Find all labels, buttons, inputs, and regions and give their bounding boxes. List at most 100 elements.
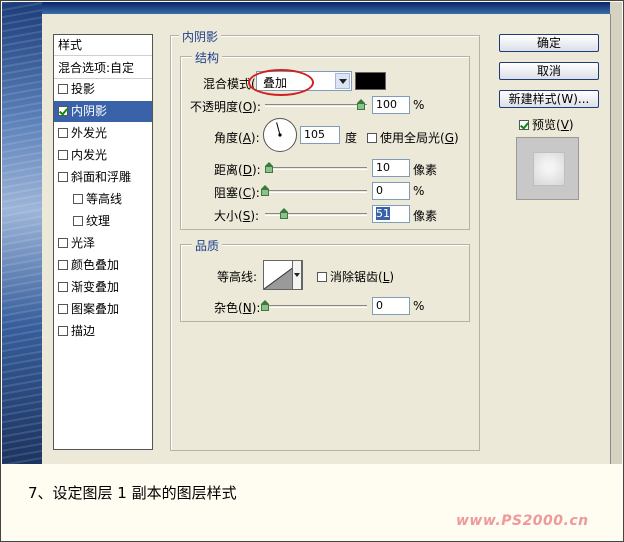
noise-input[interactable]: 0 <box>372 297 410 315</box>
style-item-label: 颜色叠加 <box>71 258 120 272</box>
opacity-slider-track[interactable] <box>265 104 367 107</box>
style-item-color-overlay[interactable]: 颜色叠加 <box>54 255 152 276</box>
style-item-outer-glow[interactable]: 外发光 <box>54 123 152 144</box>
background-canvas-strip <box>2 2 42 464</box>
style-preview-thumbnail <box>516 137 579 200</box>
angle-input[interactable]: 105 <box>300 126 340 144</box>
style-item-texture[interactable]: 纹理 <box>54 211 152 232</box>
layer-style-dialog: 样式 混合选项:自定 投影 内阴影 外发光 内发光 斜面和浮雕 等高线 纹理 光… <box>42 14 611 464</box>
choke-slider-thumb[interactable] <box>261 185 269 196</box>
style-item-pattern-overlay[interactable]: 图案叠加 <box>54 299 152 320</box>
preview-hotkey: V <box>560 118 569 132</box>
noise-value: 0 <box>376 299 383 312</box>
distance-label: 距离(D): <box>214 163 261 177</box>
distance-input[interactable]: 10 <box>372 159 410 177</box>
background-right-strip <box>610 2 622 464</box>
checkbox[interactable] <box>58 238 68 248</box>
blend-options-item[interactable]: 混合选项:自定 <box>54 58 152 79</box>
distance-label-text: 距离 <box>214 163 239 177</box>
style-item-inner-shadow[interactable]: 内阴影 <box>54 101 152 122</box>
quality-title: 品质 <box>192 237 223 254</box>
contour-dropdown-button[interactable] <box>292 260 302 290</box>
style-item-label: 投影 <box>71 82 96 96</box>
distance-hotkey: D <box>242 163 252 177</box>
dialog-titlebar <box>42 2 610 14</box>
size-hotkey: S <box>242 209 251 223</box>
angle-dial[interactable] <box>263 118 297 152</box>
checkbox[interactable] <box>58 128 68 138</box>
size-label-text: 大小 <box>214 209 239 223</box>
style-item-label: 外发光 <box>71 126 108 140</box>
anti-alias-checkbox[interactable] <box>317 272 327 282</box>
global-light-checkbox[interactable] <box>367 133 377 143</box>
style-item-gradient-overlay[interactable]: 渐变叠加 <box>54 277 152 298</box>
style-item-label: 内发光 <box>71 148 108 162</box>
structure-title: 结构 <box>192 49 223 66</box>
style-item-label: 描边 <box>71 324 96 338</box>
styles-header[interactable]: 样式 <box>54 35 152 56</box>
size-input[interactable]: 51 <box>372 205 410 223</box>
chevron-down-icon[interactable] <box>335 73 350 89</box>
opacity-label: 不透明度(O): <box>190 100 261 114</box>
style-item-label: 图案叠加 <box>71 302 120 316</box>
ok-button[interactable]: 确定 <box>499 34 599 52</box>
style-item-label: 纹理 <box>86 214 111 228</box>
style-item-satin[interactable]: 光泽 <box>54 233 152 254</box>
style-item-drop-shadow[interactable]: 投影 <box>54 79 152 100</box>
screenshot-frame: 样式 混合选项:自定 投影 内阴影 外发光 内发光 斜面和浮雕 等高线 纹理 光… <box>0 0 624 542</box>
watermark: www.PS2000.cn <box>456 513 589 529</box>
styles-header-label: 样式 <box>58 38 83 52</box>
preview-checkbox[interactable] <box>519 120 529 130</box>
angle-hotkey: A <box>242 131 251 145</box>
opacity-input[interactable]: 100 <box>372 96 410 114</box>
angle-label-text: 角度 <box>214 131 239 145</box>
anti-alias-label: 消除锯齿 <box>330 270 379 284</box>
distance-slider-track[interactable] <box>265 167 367 170</box>
checkbox[interactable] <box>73 216 83 226</box>
checkbox-checked[interactable] <box>58 106 68 116</box>
styles-list: 样式 混合选项:自定 投影 内阴影 外发光 内发光 斜面和浮雕 等高线 纹理 光… <box>53 34 153 450</box>
choke-slider-track[interactable] <box>265 190 367 193</box>
checkbox[interactable] <box>58 150 68 160</box>
style-item-inner-glow[interactable]: 内发光 <box>54 145 152 166</box>
size-unit: 像素 <box>413 209 438 223</box>
blend-options-label: 混合选项:自定 <box>58 61 135 75</box>
blend-mode-label-text: 混合模式 <box>203 77 252 91</box>
checkbox[interactable] <box>58 260 68 270</box>
distance-unit: 像素 <box>413 163 438 177</box>
global-light-option[interactable]: 使用全局光(G) <box>367 129 459 146</box>
shadow-color-swatch[interactable] <box>355 72 386 90</box>
size-value-selected: 51 <box>376 207 390 220</box>
cancel-button[interactable]: 取消 <box>499 62 599 80</box>
choke-input[interactable]: 0 <box>372 182 410 200</box>
style-item-contour[interactable]: 等高线 <box>54 189 152 210</box>
checkbox[interactable] <box>73 194 83 204</box>
preview-option[interactable]: 预览(V) <box>519 116 574 133</box>
checkbox[interactable] <box>58 282 68 292</box>
opacity-unit: % <box>413 98 425 112</box>
noise-hotkey: N <box>242 301 252 315</box>
style-item-stroke[interactable]: 描边 <box>54 321 152 342</box>
opacity-slider-thumb[interactable] <box>357 99 365 110</box>
anti-alias-hotkey: L <box>382 270 390 284</box>
noise-unit: % <box>413 299 425 313</box>
global-light-label: 使用全局光 <box>380 131 441 145</box>
noise-slider-track[interactable] <box>265 305 367 308</box>
size-slider-thumb[interactable] <box>280 208 289 219</box>
checkbox[interactable] <box>58 172 68 182</box>
style-item-bevel-emboss[interactable]: 斜面和浮雕 <box>54 167 152 188</box>
distance-slider-thumb[interactable] <box>264 162 273 173</box>
style-item-label: 内阴影 <box>71 104 108 118</box>
noise-slider-thumb[interactable] <box>261 300 269 311</box>
style-preview-swatch <box>533 152 565 186</box>
choke-value: 0 <box>376 184 383 197</box>
checkbox[interactable] <box>58 84 68 94</box>
checkbox[interactable] <box>58 326 68 336</box>
anti-alias-option[interactable]: 消除锯齿(L) <box>317 268 394 285</box>
checkbox[interactable] <box>58 304 68 314</box>
choke-hotkey: C <box>242 186 252 200</box>
style-item-label: 斜面和浮雕 <box>71 170 132 184</box>
highlight-oval <box>248 69 314 96</box>
choke-unit: % <box>413 184 425 198</box>
new-style-button[interactable]: 新建样式(W)... <box>499 90 599 108</box>
